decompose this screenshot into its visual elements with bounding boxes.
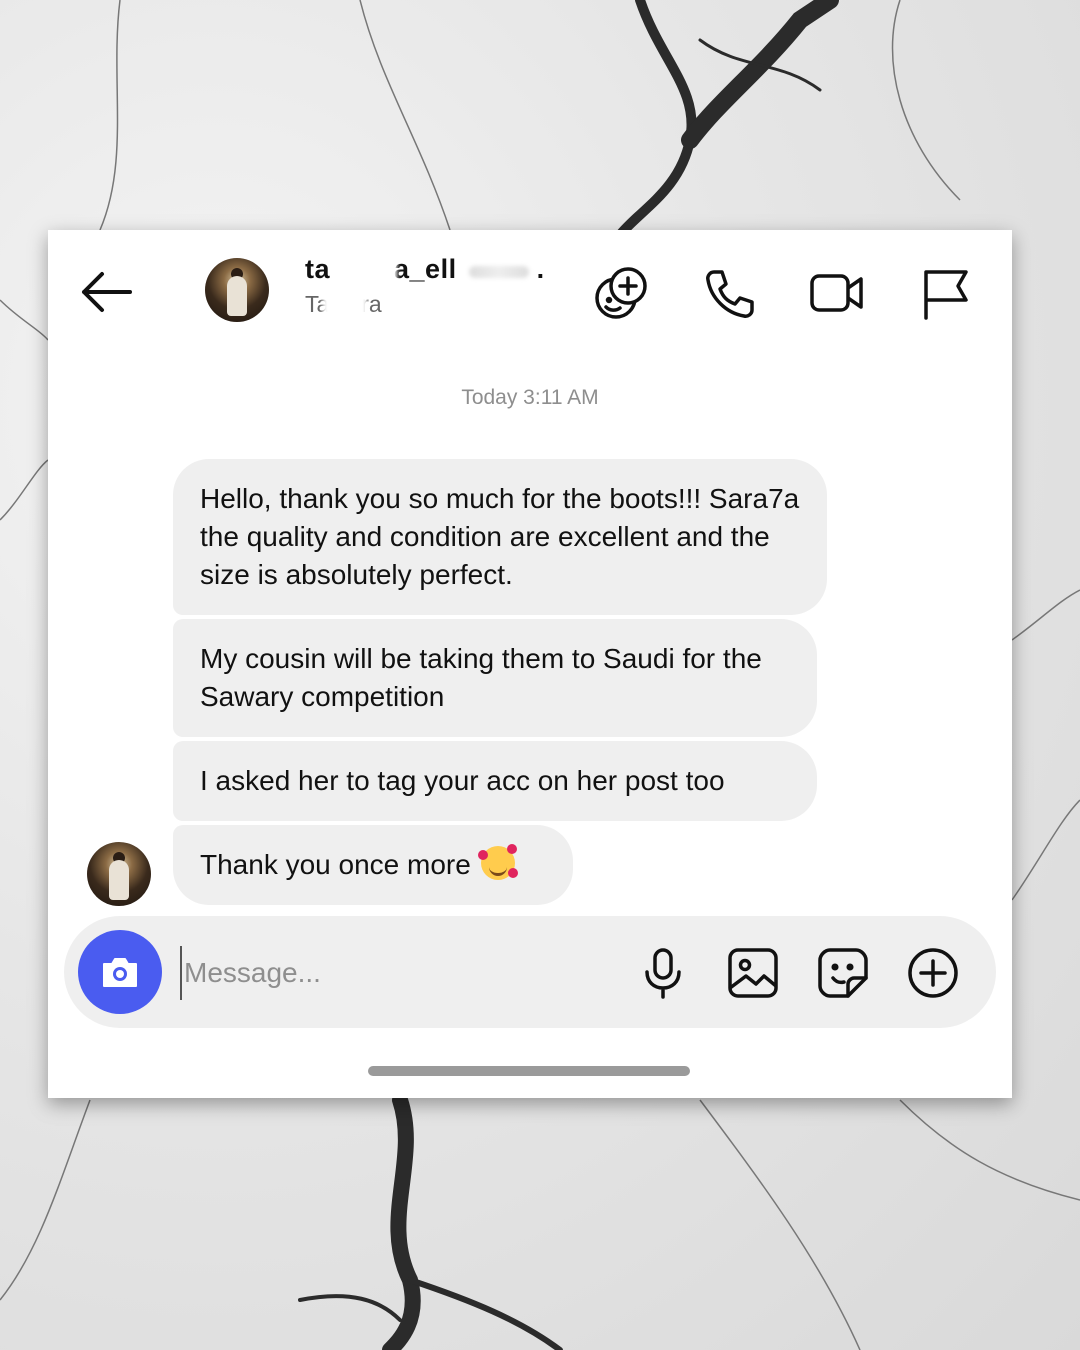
- video-call-button[interactable]: [808, 264, 866, 322]
- sticker-icon: [818, 948, 868, 998]
- message-bubble[interactable]: Hello, thank you so much for the boots!!…: [173, 459, 827, 615]
- smiling-face-with-hearts-icon: [477, 844, 518, 880]
- redaction-blur: [323, 290, 367, 320]
- message-bubble[interactable]: I asked her to tag your acc on her post …: [173, 741, 817, 821]
- message-text: Hello, thank you so much for the boots!!…: [200, 483, 800, 590]
- more-options-button[interactable]: [906, 946, 960, 1000]
- redaction-blur: [335, 254, 397, 288]
- audio-call-button[interactable]: [700, 264, 758, 322]
- effects-button[interactable]: [592, 264, 650, 322]
- flag-icon: [924, 270, 968, 320]
- redaction-blur: [469, 266, 529, 278]
- avatar[interactable]: [205, 258, 269, 322]
- message-bubble[interactable]: Thank you once more: [173, 825, 573, 905]
- thread-header: ta a_ell . Ta ra: [48, 230, 1012, 350]
- add-icon: [908, 948, 958, 998]
- back-arrow-icon: [82, 272, 132, 312]
- message-text: Thank you once more: [200, 849, 471, 880]
- message-input[interactable]: [180, 946, 616, 1000]
- microphone-icon: [645, 948, 681, 999]
- message-timestamp: Today 3:11 AM: [461, 386, 599, 409]
- gallery-icon: [728, 948, 778, 998]
- voice-message-button[interactable]: [636, 946, 690, 1000]
- report-button[interactable]: [916, 264, 974, 322]
- effects-sticker-icon: [595, 267, 647, 319]
- message-text: I asked her to tag your acc on her post …: [200, 765, 725, 796]
- sticker-button[interactable]: [816, 946, 870, 1000]
- contact-name-block[interactable]: ta a_ell . Ta ra: [305, 254, 545, 320]
- message-composer: [64, 916, 996, 1028]
- sender-avatar[interactable]: [87, 842, 151, 906]
- dm-thread-card: ta a_ell . Ta ra Today 3:11 AM Hello, th…: [48, 230, 1012, 1098]
- gallery-button[interactable]: [726, 946, 780, 1000]
- video-camera-icon: [810, 274, 863, 312]
- back-button[interactable]: [76, 268, 136, 316]
- message-text: My cousin will be taking them to Saudi f…: [200, 643, 762, 712]
- message-bubble[interactable]: My cousin will be taking them to Saudi f…: [173, 619, 817, 737]
- camera-button[interactable]: [78, 930, 162, 1014]
- home-indicator[interactable]: [368, 1066, 690, 1076]
- phone-icon: [706, 270, 754, 318]
- camera-icon: [103, 958, 137, 987]
